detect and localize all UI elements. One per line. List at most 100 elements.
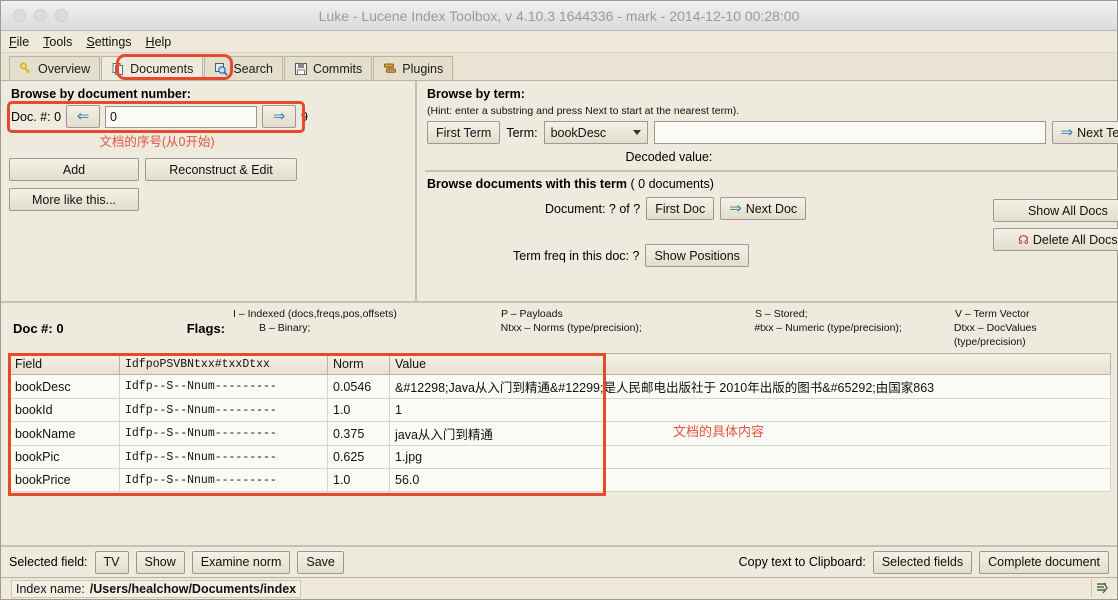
tab-documents-label: Documents bbox=[130, 61, 194, 76]
column-header-norm[interactable]: Norm bbox=[327, 353, 390, 375]
delete-all-docs-button[interactable]: ☊ Delete All Docs bbox=[992, 228, 1118, 251]
more-like-this-button[interactable]: More like this... bbox=[9, 188, 139, 211]
index-path: /Users/healchow/Documents/index bbox=[89, 581, 297, 596]
document-fields-table: Field IdfpoPSVBNtxx#txxDtxx Norm Value b… bbox=[9, 353, 1111, 492]
browse-documents-count: ( 0 documents) bbox=[630, 177, 714, 191]
copy-to-clipboard-label: Copy text to Clipboard: bbox=[738, 555, 866, 569]
window-title: Luke - Lucene Index Toolbox, v 4.10.3 16… bbox=[318, 7, 800, 24]
tv-button[interactable]: TV bbox=[94, 550, 129, 574]
table-row[interactable]: bookId Idfp--S--Nnum--------- 1.0 1 bbox=[9, 398, 1111, 422]
previous-doc-button[interactable]: ⇐ bbox=[66, 105, 101, 128]
cell-field: bookName bbox=[9, 421, 120, 446]
flag-term-vector: V – Term Vector bbox=[955, 308, 1030, 320]
column-header-flags[interactable]: IdfpoPSVBNtxx#txxDtxx bbox=[119, 353, 328, 375]
tab-search[interactable]: Search bbox=[204, 56, 283, 80]
copy-complete-document-button[interactable]: Complete document bbox=[979, 550, 1109, 574]
table-row[interactable]: bookPrice Idfp--S--Nnum--------- 1.0 56.… bbox=[9, 468, 1111, 492]
left-arrow-icon: ⇐ bbox=[76, 108, 90, 125]
browse-by-doc-title: Browse by document number: bbox=[11, 87, 191, 101]
tab-overview-label: Overview bbox=[38, 61, 91, 76]
cell-value: 1.jpg bbox=[389, 445, 1111, 469]
cell-flags: Idfp--S--Nnum--------- bbox=[119, 421, 328, 446]
flag-payloads: P – Payloads bbox=[501, 308, 563, 320]
flag-docvalues: Dtxx – DocValues (type/precision) bbox=[953, 322, 1037, 348]
next-term-button[interactable]: ⇒ Next Term bbox=[1051, 121, 1118, 144]
more-like-this-row: More like this... bbox=[9, 188, 407, 211]
field-action-bar: Selected field: TV Show Examine norm Sav… bbox=[1, 545, 1117, 577]
flags-legend-area: Doc #: 0 Flags: I – Indexed (docs,freqs,… bbox=[1, 303, 1117, 353]
browse-by-term-panel: Browse by term: (Hint: enter a substring… bbox=[417, 81, 1118, 301]
cell-field: bookId bbox=[9, 398, 120, 422]
column-header-field[interactable]: Field bbox=[9, 353, 120, 375]
window-titlebar: Luke - Lucene Index Toolbox, v 4.10.3 16… bbox=[1, 1, 1117, 31]
cell-value: &#12298;Java从入门到精通&#12299;是人民邮电出版社于 2010… bbox=[389, 374, 1111, 399]
copy-selected-fields-button[interactable]: Selected fields bbox=[872, 550, 973, 574]
menu-tools-label: ools bbox=[49, 34, 73, 49]
browse-by-document-number-panel: Browse by document number: Doc. #: 0 ⇐ ⇒… bbox=[1, 81, 417, 301]
table-annotation: 文档的具体内容 bbox=[673, 424, 765, 439]
minimize-window-button[interactable] bbox=[34, 9, 47, 22]
tab-overview[interactable]: Overview bbox=[9, 56, 101, 80]
next-doc-number-button[interactable]: ⇒ bbox=[262, 105, 297, 128]
selected-field-label: Selected field: bbox=[9, 555, 88, 569]
menu-file-label: ile bbox=[16, 34, 30, 49]
show-button[interactable]: Show bbox=[135, 550, 185, 574]
cell-norm: 0.625 bbox=[327, 445, 390, 469]
menu-help-label: elp bbox=[154, 34, 172, 49]
tab-commits[interactable]: Commits bbox=[283, 56, 373, 80]
examine-norm-button[interactable]: Examine norm bbox=[191, 550, 291, 574]
show-positions-button[interactable]: Show Positions bbox=[645, 244, 749, 267]
documents-icon bbox=[111, 62, 125, 76]
cell-norm: 0.0546 bbox=[327, 374, 390, 399]
menu-settings[interactable]: Settings bbox=[86, 35, 131, 49]
tab-plugins[interactable]: Plugins bbox=[373, 56, 454, 80]
close-window-button[interactable] bbox=[13, 9, 26, 22]
next-doc-label: Next Doc bbox=[745, 201, 798, 216]
resize-icon[interactable] bbox=[1091, 579, 1111, 597]
term-text-input[interactable] bbox=[653, 121, 1046, 144]
table-row[interactable]: bookName Idfp--S--Nnum--------- 0.375 ja… bbox=[9, 421, 1111, 446]
panel-divider bbox=[425, 170, 1118, 172]
table-row[interactable]: bookPic Idfp--S--Nnum--------- 0.625 1.j… bbox=[9, 445, 1111, 469]
add-button[interactable]: Add bbox=[9, 158, 139, 181]
cell-flags: Idfp--S--Nnum--------- bbox=[119, 445, 328, 469]
column-header-value[interactable]: Value bbox=[389, 353, 1111, 375]
next-doc-button[interactable]: ⇒ Next Doc bbox=[720, 197, 807, 220]
cell-norm: 0.375 bbox=[327, 421, 390, 446]
trash-icon: ☊ bbox=[1018, 232, 1029, 247]
first-term-button[interactable]: First Term bbox=[427, 121, 501, 144]
cell-flags: Idfp--S--Nnum--------- bbox=[119, 374, 328, 399]
show-all-docs-button[interactable]: Show All Docs bbox=[992, 199, 1118, 222]
doc-bulk-actions: Show All Docs ☊ Delete All Docs bbox=[992, 199, 1118, 251]
flag-stored: S – Stored; bbox=[755, 308, 808, 320]
cell-norm: 1.0 bbox=[327, 398, 390, 422]
plugins-icon bbox=[383, 62, 397, 76]
flags-legend-row-1: I – Indexed (docs,freqs,pos,offsets) P –… bbox=[233, 307, 1111, 321]
floppy-icon bbox=[294, 62, 308, 76]
current-doc-number: Doc #: 0 bbox=[13, 320, 64, 336]
cell-flags: Idfp--S--Nnum--------- bbox=[119, 398, 328, 422]
doc-number-row: Doc. #: 0 ⇐ ⇒ 9 bbox=[7, 101, 407, 133]
menu-file[interactable]: File bbox=[9, 35, 29, 49]
index-name-label: Index name: bbox=[16, 581, 85, 596]
table-row[interactable]: bookDesc Idfp--S--Nnum--------- 0.0546 &… bbox=[9, 374, 1111, 399]
term-label: Term: bbox=[506, 125, 538, 140]
menu-tools[interactable]: Tools bbox=[43, 35, 72, 49]
key-icon bbox=[19, 62, 33, 76]
menu-settings-label: ettings bbox=[94, 34, 132, 49]
cell-flags: Idfp--S--Nnum--------- bbox=[119, 468, 328, 492]
menu-help[interactable]: Help bbox=[146, 35, 172, 49]
term-freq-label: Term freq in this doc: ? bbox=[513, 248, 640, 263]
main-tab-bar: Overview Documents Search Commits Plugin… bbox=[1, 53, 1117, 81]
cell-field: bookDesc bbox=[9, 374, 120, 399]
first-doc-button[interactable]: First Doc bbox=[646, 197, 715, 220]
delete-all-docs-label: Delete All Docs bbox=[1032, 232, 1118, 247]
decoded-value-label: Decoded value: bbox=[625, 150, 713, 164]
tab-documents[interactable]: Documents bbox=[101, 56, 204, 80]
chevron-down-icon bbox=[632, 130, 641, 135]
term-field-select[interactable]: bookDesc bbox=[543, 121, 648, 144]
save-button[interactable]: Save bbox=[297, 550, 344, 574]
cell-field: bookPrice bbox=[9, 468, 120, 492]
maximize-window-button[interactable] bbox=[55, 9, 68, 22]
doc-number-input[interactable] bbox=[105, 105, 258, 128]
